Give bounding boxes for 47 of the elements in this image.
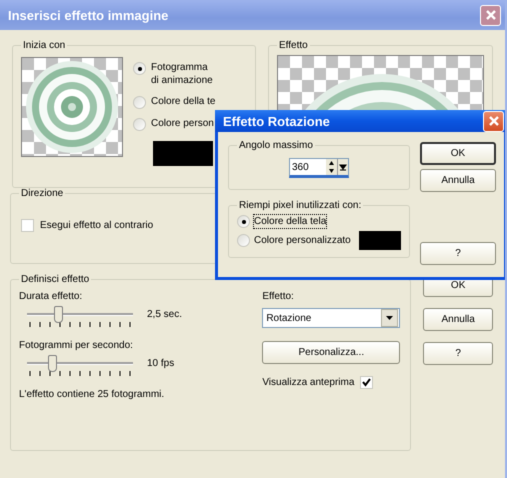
window-title: Inserisci effetto immagine [8, 8, 168, 22]
effect-dropdown[interactable]: Rotazione [262, 308, 400, 328]
slider[interactable] [27, 306, 133, 328]
customize-button[interactable]: Personalizza... [262, 341, 400, 364]
slider-label: Fotogrammi per secondo: [19, 340, 134, 351]
checkbox[interactable] [360, 376, 374, 389]
window-title: Effetto Rotazione [223, 114, 330, 128]
caret-icon [386, 316, 394, 320]
checkbox[interactable] [21, 219, 34, 232]
radio-button[interactable] [133, 62, 146, 75]
group-label: Effetto [278, 40, 309, 51]
checkbox-label[interactable]: Visualizza anteprima [262, 377, 354, 388]
slider-value: 2,5 sec. [147, 309, 182, 320]
radio-label[interactable]: Colore personalizzato [254, 234, 351, 247]
slider-label: Durata effetto: [19, 291, 84, 302]
radio-button[interactable] [237, 215, 250, 228]
group-label: Inizia con [22, 40, 66, 51]
dialog-button[interactable]: ? [423, 342, 493, 365]
angle-spinner[interactable]: 360 [289, 158, 349, 178]
close-icon [484, 9, 496, 21]
color-swatch[interactable] [358, 231, 401, 250]
dialog-button[interactable]: Annulla [423, 308, 493, 331]
slider[interactable] [27, 355, 133, 377]
slider-value: 10 fps [147, 358, 174, 369]
dialog-button[interactable]: OK [420, 142, 496, 165]
checkbox-label[interactable]: Esegui effetto al contrario [40, 220, 154, 231]
spin-up-icon[interactable] [326, 159, 337, 167]
group-label: Direzione [20, 188, 64, 199]
radio-button[interactable] [133, 118, 146, 131]
group-label: Angolo massimo [238, 140, 314, 151]
radio-button[interactable] [237, 234, 250, 247]
group-label: Definisci effetto [20, 274, 90, 285]
caret-icon[interactable] [337, 159, 348, 175]
radio-label[interactable]: Colore person [151, 117, 214, 130]
frame-count-text: L'effetto contiene 25 fotogrammi. [19, 389, 166, 400]
radio-label[interactable]: Colore della tela [254, 215, 326, 228]
group-label: Riempi pixel inutilizzati con: [238, 200, 362, 211]
radio-button[interactable] [133, 96, 146, 109]
color-swatch[interactable] [153, 141, 213, 166]
dropdown-label: Effetto: [262, 291, 295, 302]
radio-label[interactable]: Colore della te [151, 95, 216, 108]
close-button[interactable] [483, 110, 504, 132]
spin-down-icon[interactable] [326, 167, 337, 175]
dialog-button[interactable]: ? [420, 242, 496, 265]
close-icon [488, 115, 500, 127]
radio-label[interactable]: Fotogramma di animazione [151, 61, 213, 87]
dialog-button[interactable]: Annulla [420, 169, 496, 192]
